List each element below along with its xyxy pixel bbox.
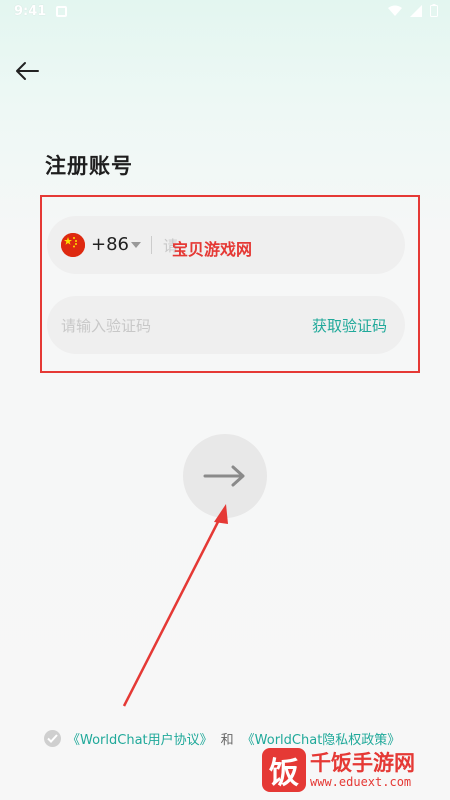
signal-icon [410, 4, 422, 17]
back-button[interactable] [12, 56, 42, 86]
site-watermark-logo: 饭 千饭手游网 www.eduext.com [262, 748, 415, 792]
annotation-highlight-box [40, 195, 420, 373]
site-logo-mark: 饭 [262, 748, 306, 792]
agreement-row: 《WorldChat用户协议》 和 《WorldChat隐私权政策》 [44, 729, 400, 748]
site-logo-text: 千饭手游网 www.eduext.com [310, 751, 415, 789]
check-icon[interactable] [44, 730, 61, 747]
page-title: 注册账号 [45, 154, 133, 178]
site-logo-url: www.eduext.com [310, 775, 412, 789]
arrow-right-icon [203, 465, 245, 487]
arrow-left-icon [16, 62, 39, 80]
notification-icon [56, 6, 67, 17]
status-time: 9:41 [14, 4, 47, 19]
site-logo-name: 千饭手游网 [310, 751, 415, 775]
battery-icon [430, 4, 438, 17]
agreement-and-text: 和 [220, 733, 234, 748]
annotation-arrow [122, 504, 228, 707]
wifi-icon [388, 5, 402, 16]
status-bar: 9:41 [0, 0, 450, 26]
user-agreement-link[interactable]: 《WorldChat用户协议》 [67, 729, 213, 748]
status-icons [388, 4, 438, 17]
privacy-policy-link[interactable]: 《WorldChat隐私权政策》 [242, 729, 401, 748]
next-button[interactable] [183, 434, 267, 518]
